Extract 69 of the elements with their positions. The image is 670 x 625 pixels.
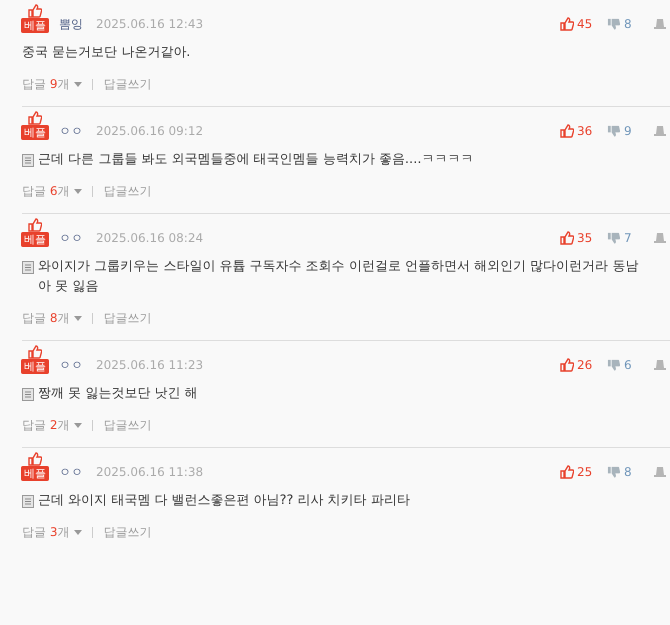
caret-icon	[74, 530, 82, 534]
downvote-count[interactable]: 8	[624, 15, 654, 33]
thumbs-up-icon	[560, 124, 574, 138]
comment-text: 와이지가 그룹키우는 스타일이 유튭 구독자수 조회수 이런걸로 언플하면서 해외인기 많다이런거라 동남아 못 잃음	[38, 258, 640, 296]
thumbs-down-icon	[607, 124, 620, 138]
comment-date: 2025.06.16 12:43	[96, 16, 204, 33]
comment-text: 근데 다른 그룹들 봐도 외국멤들중에 태국인멤들 능력치가 좋음....ㅋㅋㅋㅋ	[38, 151, 474, 169]
thumbs-down-icon	[607, 232, 620, 244]
caret-icon	[74, 316, 82, 320]
downvote-count[interactable]: 7	[624, 229, 654, 247]
reply-count-link[interactable]: 답글 2개	[22, 416, 82, 434]
author-name[interactable]: ㅇㅇ	[59, 356, 83, 374]
thumbs-up-icon	[28, 111, 42, 125]
thumbs-up-icon	[560, 465, 574, 479]
comment-text: 중국 묻는거보단 나온거같아.	[22, 44, 190, 62]
upvote-count[interactable]: 25	[577, 463, 607, 481]
comment-date: 2025.06.16 09:12	[96, 123, 204, 140]
author-name[interactable]: 뽐잉	[59, 15, 83, 33]
thumbs-up-icon	[28, 4, 42, 18]
thumbs-up-icon	[28, 452, 42, 466]
thumbs-down-icon	[607, 466, 620, 478]
thumbs-up-icon	[28, 345, 42, 359]
thumbs-down-icon	[607, 358, 620, 372]
thumbs-up-icon	[28, 218, 42, 232]
report-icon[interactable]	[654, 232, 666, 244]
comment-date: 2025.06.16 08:24	[96, 230, 204, 247]
memo-icon	[22, 154, 34, 167]
caret-icon	[74, 82, 82, 86]
best-badge: 베플	[21, 359, 49, 374]
comment-text: 근데 와이지 태국멤 다 밸런스좋은편 아님?? 리사 치키타 파리타	[38, 492, 410, 510]
thumbs-down-icon	[607, 18, 620, 30]
comment-date: 2025.06.16 11:23	[96, 357, 204, 374]
reply-count-link[interactable]: 답글 8개	[22, 309, 82, 327]
best-badge: 베플	[21, 466, 49, 481]
thumbs-up-icon	[560, 17, 574, 31]
memo-icon	[22, 261, 34, 274]
write-reply-link[interactable]: 답글쓰기	[103, 75, 152, 93]
comment-text: 짱깨 못 잃는것보단 낫긴 해	[38, 385, 198, 403]
memo-icon	[22, 388, 34, 401]
upvote-count[interactable]: 26	[577, 356, 607, 374]
author-name[interactable]: ㅇㅇ	[59, 122, 83, 140]
report-icon[interactable]	[654, 18, 666, 30]
write-reply-link[interactable]: 답글쓰기	[103, 309, 152, 327]
downvote-count[interactable]: 9	[624, 122, 654, 140]
reply-count-link[interactable]: 답글 9개	[22, 75, 82, 93]
author-name[interactable]: ㅇㅇ	[59, 463, 83, 481]
caret-icon	[74, 422, 82, 428]
reply-count-link[interactable]: 답글 3개	[22, 523, 82, 541]
report-icon[interactable]	[654, 466, 666, 478]
report-icon[interactable]	[654, 359, 666, 371]
comment-date: 2025.06.16 11:38	[96, 464, 204, 481]
write-reply-link[interactable]: 답글쓰기	[103, 416, 152, 434]
thumbs-up-icon	[560, 358, 574, 372]
thumbs-up-icon	[560, 231, 574, 245]
report-icon[interactable]	[654, 125, 666, 137]
memo-icon	[22, 495, 34, 508]
best-badge: 베플	[21, 18, 49, 33]
best-badge: 베플	[21, 125, 49, 140]
write-reply-link[interactable]: 답글쓰기	[103, 523, 152, 541]
upvote-count[interactable]: 36	[577, 122, 607, 140]
caret-icon	[74, 188, 82, 194]
best-badge: 베플	[21, 232, 49, 247]
author-name[interactable]: ㅇㅇ	[59, 229, 83, 247]
downvote-count[interactable]: 6	[624, 356, 654, 374]
write-reply-link[interactable]: 답글쓰기	[103, 182, 152, 200]
upvote-count[interactable]: 35	[577, 229, 607, 247]
reply-count-link[interactable]: 답글 6개	[22, 182, 82, 200]
downvote-count[interactable]: 8	[624, 463, 654, 481]
upvote-count[interactable]: 45	[577, 15, 607, 33]
